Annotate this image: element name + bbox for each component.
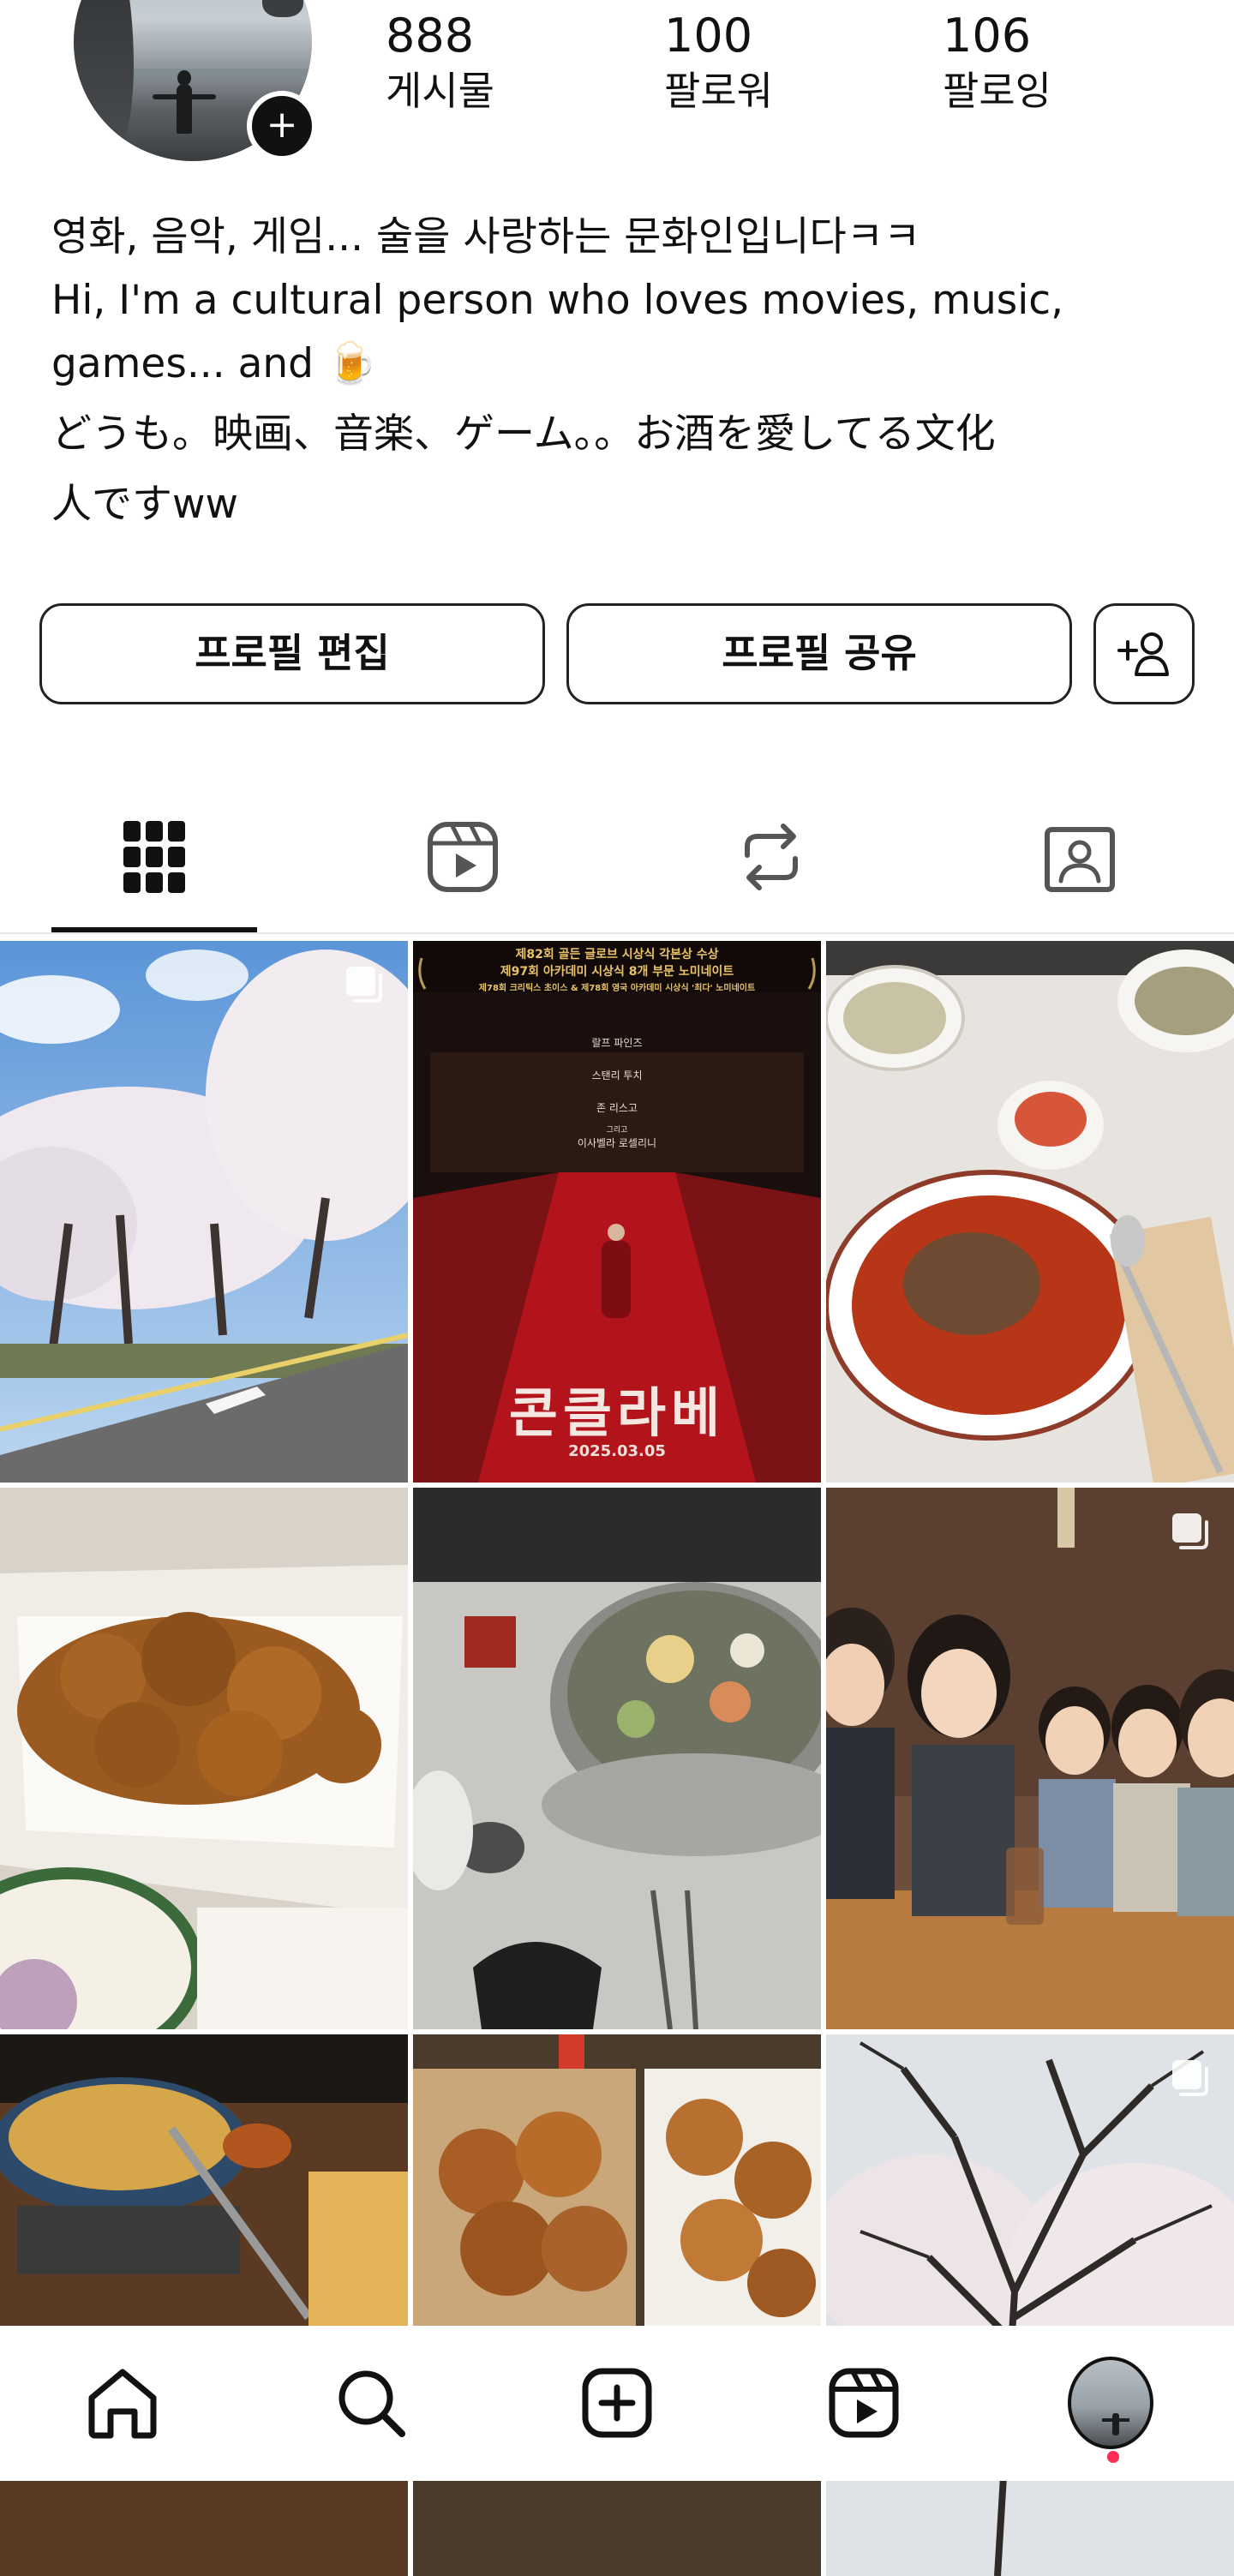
nav-create[interactable] [574, 2360, 660, 2446]
profile-bio: 영화, 음악, 게임... 술을 사랑하는 문화인입니다ㅋㅋ Hi, I'm a… [51, 206, 1165, 536]
bio-line: 영화, 음악, 게임... 술을 사랑하는 문화인입니다ㅋㅋ [51, 213, 921, 261]
bio-line: games... and 🍺 [51, 340, 377, 387]
reels-icon [428, 822, 498, 892]
post-thumbnail-fried-chicken[interactable] [0, 1488, 408, 2029]
bottom-navigation [0, 2326, 1234, 2481]
nav-reels[interactable] [821, 2360, 907, 2446]
post-thumbnail-conclave-poster[interactable]: 제82회 골든 글로브 시상식 각본상 수상 제97회 아카데미 시상식 8개 … [413, 941, 821, 1483]
post-thumbnail-animated-group[interactable] [826, 1488, 1234, 2029]
posts-count-label: 게시물 [386, 68, 494, 114]
multiple-photos-icon [346, 967, 382, 1003]
posts-count-value: 888 [386, 9, 475, 63]
share-profile-button[interactable]: 프로필 공유 [566, 603, 1072, 704]
poster-cast-name: 존 리스고 [596, 1102, 638, 1114]
poster-cast: 랄프 파인즈 스탠리 투치 존 리스고 그리고 이사벨라 로셀리니 [413, 1027, 821, 1150]
poster-line: 제82회 골든 글로브 시상식 각본상 수상 [515, 948, 719, 962]
multiple-photos-icon [1172, 1513, 1208, 1549]
tab-reposts[interactable] [728, 814, 814, 900]
poster-cast-name: 그리고 [606, 1126, 628, 1135]
poster-line: 제97회 아카데미 시상식 8개 부문 노미네이트 [500, 965, 734, 979]
poster-top-text: 제82회 골든 글로브 시상식 각본상 수상 제97회 아카데미 시상식 8개 … [413, 946, 821, 997]
bio-line: Hi, I'm a cultural person who loves movi… [51, 277, 1064, 324]
post-thumbnail-bare-tree[interactable] [826, 2034, 1234, 2576]
tagged-person-icon [1045, 827, 1115, 892]
post-thumbnail-chicken-takeout[interactable] [413, 2034, 821, 2576]
tab-posts[interactable] [111, 814, 197, 900]
edit-profile-button[interactable]: 프로필 편집 [39, 603, 545, 704]
tab-tagged[interactable] [1037, 814, 1123, 900]
home-icon [88, 2369, 157, 2439]
following-count[interactable]: 106 팔로잉 [943, 5, 1051, 115]
poster-cast-name: 랄프 파인즈 [591, 1037, 643, 1049]
poster-title: 콘클라베 [508, 1381, 726, 1444]
profile-avatar[interactable]: + [74, 0, 317, 161]
reels-icon [829, 2368, 899, 2438]
followers-count-label: 팔로워 [664, 68, 773, 114]
following-count-label: 팔로잉 [943, 68, 1051, 114]
bio-line: 人ですww [51, 481, 238, 528]
post-thumbnail-hotpot[interactable] [413, 1488, 821, 2029]
poster-date: 2025.03.05 [568, 1442, 666, 1460]
bio-line: どうも。映画、音楽、ゲーム。。お酒を愛してる文化 [51, 410, 996, 458]
nav-search[interactable] [328, 2360, 414, 2446]
search-icon [338, 2370, 405, 2437]
add-person-icon [1117, 632, 1169, 676]
followers-count-value: 100 [664, 9, 753, 63]
create-post-icon [582, 2368, 652, 2438]
nav-profile[interactable] [1068, 2357, 1153, 2449]
poster-cast-name: 이사벨라 로셀리니 [577, 1137, 657, 1149]
following-count-value: 106 [943, 9, 1032, 63]
add-story-icon[interactable]: + [247, 91, 317, 161]
followers-count[interactable]: 100 팔로워 [664, 5, 773, 115]
posts-count[interactable]: 888 게시물 [386, 5, 494, 115]
tabs-divider [0, 932, 1234, 934]
discover-people-button[interactable] [1093, 603, 1195, 704]
notification-dot [1107, 2451, 1119, 2463]
multiple-photos-icon [1172, 2060, 1208, 2096]
grid-icon [123, 821, 185, 893]
poster-cast-name: 스탠리 투치 [591, 1069, 643, 1081]
post-thumbnail-noodle-soup[interactable] [826, 941, 1234, 1483]
profile-avatar-icon [1068, 2357, 1153, 2449]
post-thumbnail-ramen-pot[interactable] [0, 2034, 408, 2576]
repost-icon [745, 824, 798, 890]
post-thumbnail-cherry-blossom-road[interactable] [0, 941, 408, 1483]
nav-home[interactable] [80, 2360, 165, 2446]
tab-reels[interactable] [420, 814, 506, 900]
poster-line: 제78회 크리틱스 초이스 & 제78회 영국 아카데미 시상식 '최다' 노미… [478, 984, 756, 993]
